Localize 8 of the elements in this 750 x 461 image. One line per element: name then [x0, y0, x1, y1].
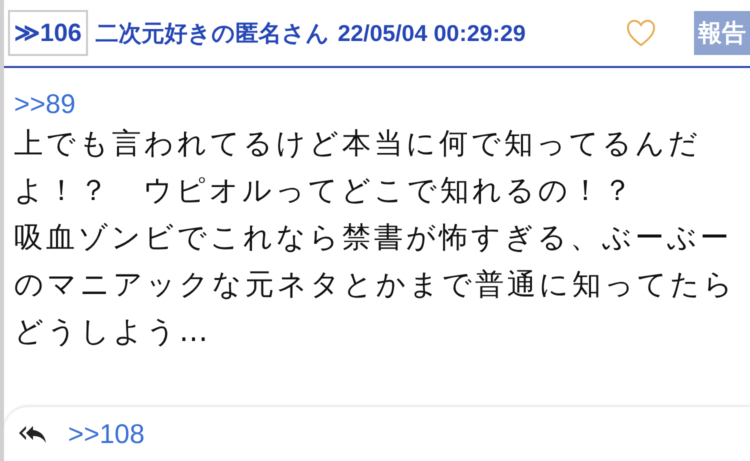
- reply-link[interactable]: >>108: [68, 418, 145, 450]
- post-text: 吸血ゾンビでこれなら禁書が怖すぎる、ぶーぶーのマニアックな元ネタとかまで普通に知ってたらどうしよう…: [14, 219, 737, 350]
- post-datetime: 22/05/04 00:29:29: [338, 20, 526, 46]
- post-author: 二次元好きの匿名さん: [96, 18, 330, 48]
- report-button[interactable]: 報告: [694, 11, 750, 55]
- post-text: 上でも言われてるけど本当に何で知ってるんだよ！？ ウピオルってどこで知れるの！？: [14, 125, 702, 209]
- post-number[interactable]: ≫106: [8, 10, 88, 56]
- reply-anchor-link[interactable]: >>89: [14, 88, 76, 120]
